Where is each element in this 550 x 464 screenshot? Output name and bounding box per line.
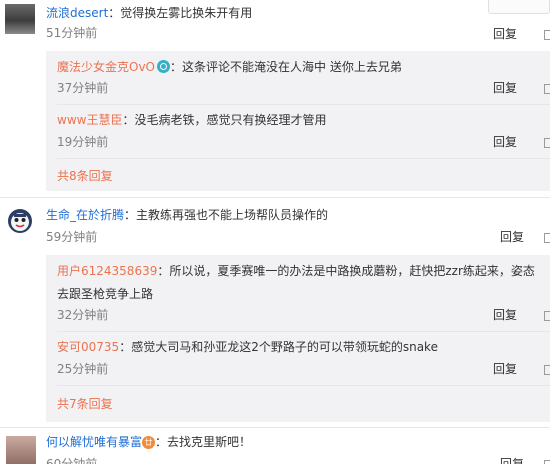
reply-text-continued: 去跟圣枪竞争上路 (57, 287, 154, 301)
reply-username[interactable]: 魔法少女金克OvO (57, 60, 155, 74)
reply-time: 25分钟前 (57, 362, 109, 376)
comment-time: 60分钟前 (46, 457, 98, 464)
reply-username[interactable]: 安可00735 (57, 340, 119, 354)
separator: ： (119, 340, 132, 354)
comment-time: 59分钟前 (46, 230, 98, 244)
comment-username[interactable]: 生命_在於折腾 (46, 208, 124, 222)
comment-line: 流浪desert：觉得换左雾比换朱开有用 (46, 5, 252, 21)
reply-button[interactable]: 回复 (493, 26, 517, 42)
more-options-icon[interactable] (543, 458, 550, 464)
separator: ： (108, 6, 121, 20)
avatar[interactable] (6, 436, 36, 464)
avatar[interactable] (7, 208, 33, 234)
separator: ： (124, 208, 137, 222)
reply-line: www王慧臣：没毛病老铁，感觉只有换经理才管用 (57, 112, 326, 128)
reply-button[interactable]: 回复 (493, 80, 517, 96)
comment-line: 生命_在於折腾：主教练再强也不能上场帮队员操作的 (46, 207, 328, 223)
more-options-icon[interactable] (543, 136, 550, 148)
comment-username[interactable]: 流浪desert (46, 6, 108, 20)
comment-text: 去找克里斯吧！ (167, 435, 252, 449)
reply-button[interactable]: 回复 (493, 307, 517, 323)
separator: ： (155, 435, 168, 449)
badge-icon: 廿 (142, 436, 156, 449)
reply-button[interactable]: 回复 (493, 361, 517, 377)
comment-username[interactable]: 何以解忧唯有暴富 (46, 435, 142, 449)
top-tab-edge (488, 0, 550, 14)
divider (57, 104, 550, 105)
separator: ： (157, 264, 170, 278)
comment-text: 主教练再强也不能上场帮队员操作的 (136, 208, 329, 222)
avatar[interactable] (5, 4, 35, 34)
reply-time: 19分钟前 (57, 135, 109, 149)
separator: ： (122, 113, 135, 127)
more-replies-link[interactable]: 共8条回复 (57, 168, 113, 184)
more-options-icon[interactable] (543, 363, 550, 375)
divider (57, 331, 550, 332)
reply-text: 这条评论不能淹没在人海中 送你上去兄弟 (182, 60, 402, 74)
reply-line: 用户6124358639：所以说，夏季赛唯一的办法是中路换成蘑粉，赶快把zzr练… (57, 263, 535, 279)
more-replies-link[interactable]: 共7条回复 (57, 396, 113, 412)
reply-username[interactable]: 用户6124358639 (57, 264, 157, 278)
camera-badge-icon (157, 60, 170, 73)
reply-line: 安可00735：感觉大司马和孙亚龙这2个野路子的可以带领玩蛇的snake (57, 339, 438, 355)
divider (57, 385, 550, 386)
divider (57, 158, 550, 159)
reply-button[interactable]: 回复 (500, 456, 524, 464)
reply-text: 没毛病老铁，感觉只有换经理才管用 (134, 113, 327, 127)
reply-button[interactable]: 回复 (493, 134, 517, 150)
reply-line: 魔法少女金克OvO ：这条评论不能淹没在人海中 送你上去兄弟 (57, 59, 402, 75)
comment-text: 觉得换左雾比换朱开有用 (120, 6, 253, 20)
reply-username[interactable]: www王慧臣 (57, 113, 122, 127)
comment-divider (0, 197, 550, 198)
comment-line: 何以解忧唯有暴富廿：去找克里斯吧！ (46, 434, 251, 450)
reply-text: 所以说，夏季赛唯一的办法是中路换成蘑粉，赶快把zzr练起来，姿态 (169, 264, 535, 278)
more-options-icon[interactable] (543, 82, 550, 94)
reply-button[interactable]: 回复 (500, 229, 524, 245)
reply-time: 37分钟前 (57, 81, 109, 95)
more-options-icon[interactable] (543, 231, 550, 243)
separator: ： (170, 60, 183, 74)
more-options-icon[interactable] (543, 28, 550, 40)
reply-text: 感觉大司马和孙亚龙这2个野路子的可以带领玩蛇的snake (131, 340, 438, 354)
more-options-icon[interactable] (543, 309, 550, 321)
avatar-face-icon (8, 209, 32, 233)
reply-time: 32分钟前 (57, 308, 109, 322)
comment-time: 51分钟前 (46, 26, 98, 40)
comment-divider (0, 427, 550, 428)
